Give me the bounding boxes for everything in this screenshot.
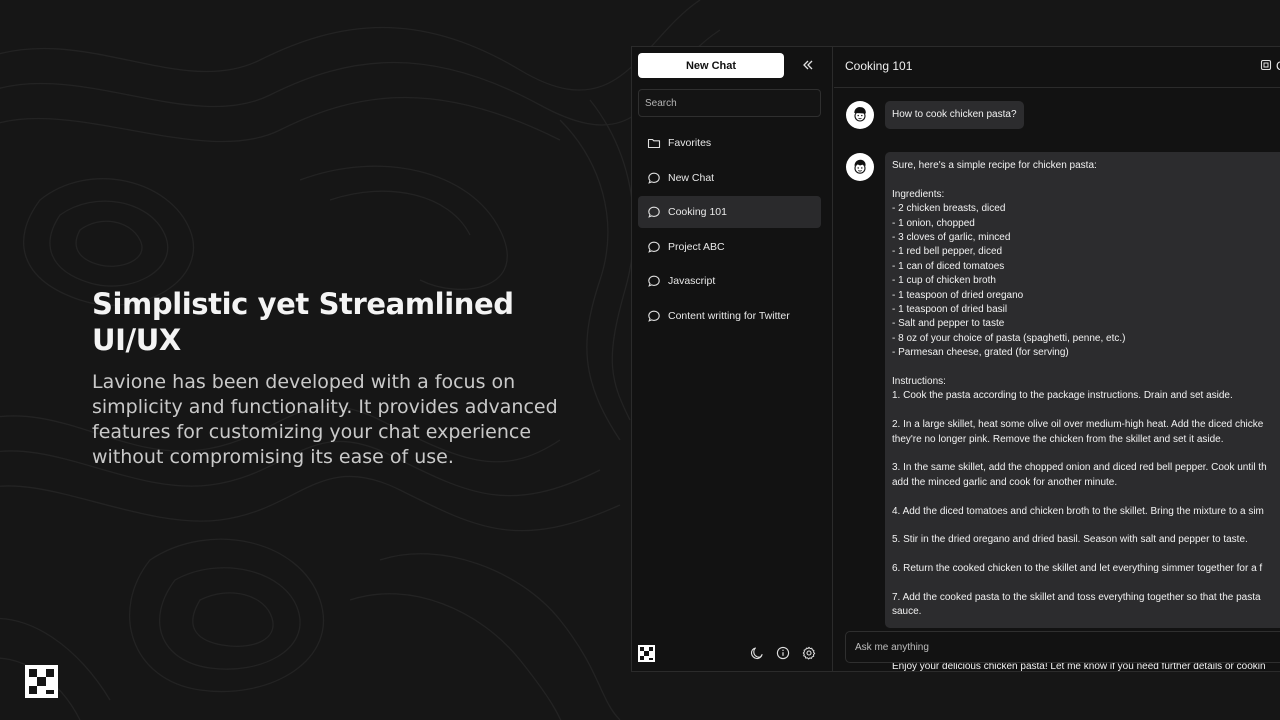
moon-icon[interactable]: [749, 645, 765, 661]
folder-icon: [647, 136, 661, 150]
assistant-message: Sure, here's a simple recipe for chicken…: [885, 152, 1280, 628]
message-line: [892, 447, 1280, 461]
user-avatar: [846, 101, 874, 129]
sidebar-item-new-chat[interactable]: New Chat: [638, 162, 821, 194]
chat-bubble-icon: [647, 240, 661, 254]
message-line: [892, 548, 1280, 562]
message-input[interactable]: [845, 631, 1280, 663]
chat-bubble-icon: [647, 205, 661, 219]
app-logo: [638, 645, 655, 662]
new-chat-button[interactable]: New Chat: [638, 53, 784, 78]
sidebar-item-label: Project ABC: [668, 240, 725, 253]
sidebar-item-project-abc[interactable]: Project ABC: [638, 231, 821, 263]
chat-bubble-icon: [647, 171, 661, 185]
hero-title: Simplistic yet Streamlined UI/UX: [92, 287, 514, 357]
message-line: - 3 cloves of garlic, minced: [892, 232, 1011, 244]
message-line: 1. Cook the pasta according to the packa…: [892, 390, 1233, 402]
collapse-sidebar-icon[interactable]: [799, 56, 817, 74]
chip-icon[interactable]: [1259, 58, 1273, 72]
header-action-label[interactable]: C: [1276, 59, 1280, 73]
message-line: add the minced garlic and cook for anoth…: [892, 476, 1118, 488]
chat-header: Cooking 101 C: [834, 47, 1280, 88]
message-line: - 8 oz of your choice of pasta (spaghett…: [892, 332, 1126, 344]
sidebar-item-label: Content writting for Twitter: [668, 309, 790, 322]
sidebar-item-content-twitter[interactable]: Content writting for Twitter: [638, 300, 821, 332]
message-list: How to cook chicken pasta? Sure, here's …: [834, 89, 1280, 629]
message-line: [892, 404, 1280, 418]
assistant-avatar: [846, 153, 874, 181]
message-line: 5. Stir in the dried oregano and dried b…: [892, 534, 1248, 546]
sidebar-item-label: Javascript: [668, 275, 716, 287]
message-line: [892, 519, 1280, 533]
message-line: [892, 490, 1280, 504]
chat-bubble-icon: [647, 309, 661, 323]
message-line: they're no longer pink. Remove the chick…: [892, 433, 1224, 445]
sidebar-item-cooking-101[interactable]: Cooking 101: [638, 196, 821, 228]
message-line: 4. Add the diced tomatoes and chicken br…: [892, 505, 1264, 517]
chat-main-panel: Cooking 101 C How to cook chicken pasta?…: [834, 47, 1280, 671]
message-line: 7. Add the cooked pasta to the skillet a…: [892, 592, 1261, 604]
sidebar-item-label: Favorites: [668, 137, 712, 149]
message-line: 3. In the same skillet, add the chopped …: [892, 462, 1267, 474]
chat-bubble-icon: [647, 274, 661, 288]
message-line: sauce.: [892, 606, 922, 618]
chat-title: Cooking 101: [845, 59, 913, 73]
message-line: Sure, here's a simple recipe for chicken…: [892, 160, 1097, 171]
hero-description: Lavione has been developed with a focus …: [92, 371, 558, 468]
message-line: - 2 chicken breasts, diced: [892, 203, 1006, 215]
sidebar-item-javascript[interactable]: Javascript: [638, 265, 821, 297]
message-line: - 1 can of diced tomatoes: [892, 260, 1005, 272]
user-message: How to cook chicken pasta?: [885, 101, 1024, 130]
hero-section: Simplistic yet Streamlined UI/UX Lavione…: [92, 286, 562, 470]
sidebar-item-label: Cooking 101: [668, 206, 727, 218]
message-line: [892, 361, 1280, 375]
brand-logo: [25, 665, 58, 698]
message-line: - Parmesan cheese, grated (for serving): [892, 347, 1069, 359]
sidebar-item-favorites[interactable]: Favorites: [638, 127, 821, 159]
message-line: - 1 teaspoon of dried oregano: [892, 289, 1024, 301]
conversation-list: Favorites New Chat Cooking 101 Project A…: [638, 127, 821, 334]
sidebar: New Chat Favorites New Chat: [632, 47, 833, 671]
chat-app-window: New Chat Favorites New Chat: [631, 46, 1280, 672]
info-icon[interactable]: [775, 645, 791, 661]
message-line: - 1 red bell pepper, diced: [892, 246, 1003, 258]
message-line: - 1 teaspoon of dried basil: [892, 304, 1008, 316]
message-line: 2. In a large skillet, heat some olive o…: [892, 419, 1264, 431]
sidebar-item-label: New Chat: [668, 171, 715, 184]
sidebar-footer: [632, 641, 832, 671]
search-input[interactable]: [638, 89, 821, 117]
message-line: [892, 577, 1280, 591]
message-line: - Salt and pepper to taste: [892, 318, 1005, 330]
settings-gear-icon[interactable]: [801, 645, 817, 661]
message-line: - 1 cup of chicken broth: [892, 275, 996, 287]
message-line: 6. Return the cooked chicken to the skil…: [892, 563, 1263, 575]
message-line: Ingredients:: [892, 188, 945, 200]
message-line: Instructions:: [892, 376, 946, 388]
message-line: [892, 173, 1280, 187]
message-line: - 1 onion, chopped: [892, 217, 975, 229]
